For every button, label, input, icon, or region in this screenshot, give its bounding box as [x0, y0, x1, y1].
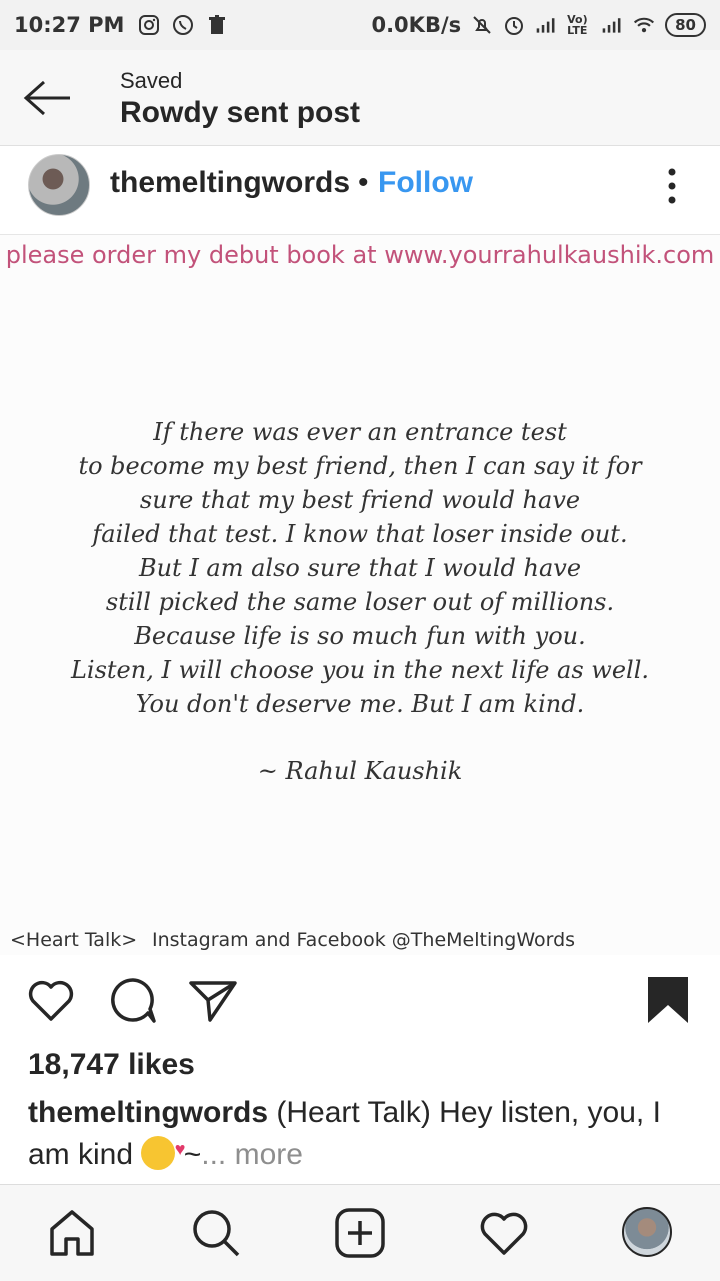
follow-button[interactable]: Follow [378, 166, 473, 200]
more-vertical-icon[interactable] [660, 166, 684, 206]
caption-username[interactable]: themeltingwords [28, 1096, 268, 1129]
send-icon[interactable] [188, 975, 238, 1025]
trash-notification-icon [206, 14, 228, 36]
promo-text: please order my debut book at www.yourra… [5, 241, 715, 269]
post-image[interactable]: please order my debut book at www.yourra… [0, 235, 720, 955]
header-subtitle: Saved [120, 68, 183, 93]
status-bar: 10:27 PM 0.0KB/s Vo) LTE 80 [0, 0, 720, 50]
network-speed: 0.0KB/s [371, 13, 462, 37]
author-avatar[interactable] [28, 154, 90, 216]
add-post-icon[interactable] [334, 1207, 386, 1259]
quote-line: You don't deserve me. But I am kind. [135, 690, 585, 718]
image-footer-right: Instagram and Facebook @TheMeltingWords [152, 929, 576, 951]
quote-line: Because life is so much fun with you. [134, 622, 586, 650]
quote-line: But I am also sure that I would have [138, 554, 582, 582]
search-icon[interactable] [190, 1207, 242, 1259]
wifi-icon [633, 14, 655, 36]
caption-more-link[interactable]: ... more [201, 1138, 303, 1171]
quote-line: to become my best friend, then I can say… [78, 452, 642, 480]
image-footer-left: <Heart Talk> [10, 929, 138, 951]
post-header: themeltingwords • Follow [0, 146, 720, 235]
app-header: Saved Rowdy sent post [0, 50, 720, 146]
comment-icon[interactable] [108, 975, 158, 1025]
author-username[interactable]: themeltingwords [110, 166, 350, 200]
quote-line: failed that test. I know that loser insi… [92, 520, 628, 548]
quote-signature: ~ Rahul Kaushik [257, 757, 463, 785]
instagram-notification-icon [138, 14, 160, 36]
heart-icon[interactable] [26, 975, 76, 1025]
back-arrow-icon[interactable] [22, 78, 72, 118]
quote-text: If there was ever an entrance test to be… [20, 415, 700, 721]
page-title: Rowdy sent post [120, 96, 361, 129]
battery-indicator: 80 [665, 13, 706, 37]
quote-line: sure that my best friend would have [139, 486, 581, 514]
quote-line: Listen, I will choose you in the next li… [70, 656, 650, 684]
separator-dot: • [358, 166, 369, 199]
alarm-icon [503, 14, 525, 36]
profile-avatar[interactable] [622, 1207, 672, 1257]
whatsapp-notification-icon [172, 14, 194, 36]
post-actions [0, 960, 720, 1040]
kissing-emoji-icon [141, 1128, 185, 1170]
post-caption: themeltingwords (Heart Talk) Hey listen,… [28, 1092, 698, 1176]
signal-icon [535, 14, 557, 36]
quote-line: If there was ever an entrance test [153, 418, 567, 446]
network-label: Vo) LTE [567, 13, 588, 37]
status-time: 10:27 PM [14, 13, 125, 37]
mute-icon [471, 14, 493, 36]
bottom-nav [0, 1184, 720, 1281]
quote-line: still picked the same loser out of milli… [105, 588, 615, 616]
home-icon[interactable] [46, 1207, 98, 1259]
activity-heart-icon[interactable] [478, 1207, 530, 1259]
bookmark-icon[interactable] [646, 975, 696, 1025]
likes-count[interactable]: 18,747 likes [28, 1048, 195, 1082]
signal-icon [601, 14, 623, 36]
